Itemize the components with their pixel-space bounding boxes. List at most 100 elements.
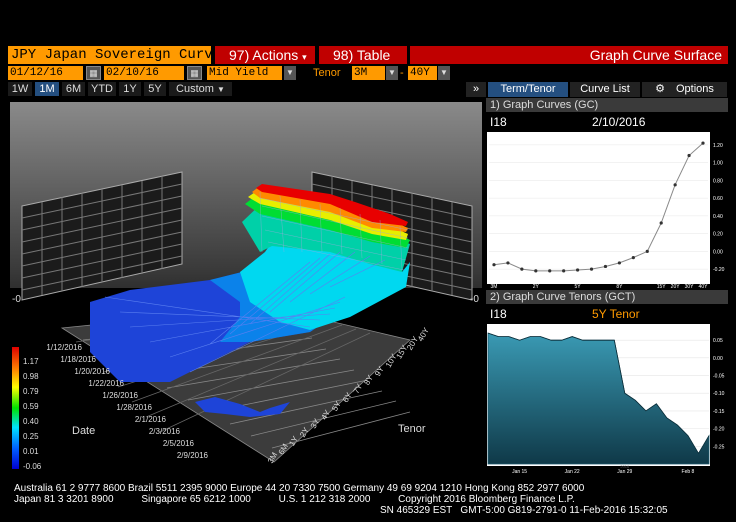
scale-label: 0.59 (23, 402, 39, 411)
tenor-from-field[interactable]: 3M (352, 66, 385, 80)
tenors-x-tick: Jan 29 (617, 469, 632, 474)
tenor-from-dropdown-icon[interactable]: ▼ (386, 66, 398, 80)
curves-point (701, 141, 705, 145)
curves-point (520, 267, 524, 271)
tenors-y-tick: 0.00 (713, 356, 723, 362)
footer-line-1: Australia 61 2 9777 8600 Brazil 5511 239… (14, 483, 585, 494)
tenor-to-dropdown-icon[interactable]: ▼ (438, 66, 450, 80)
footer-line-3: SN 465329 EST GMT-5:00 G819-2791-0 11-Fe… (380, 505, 668, 516)
period-tab-1y[interactable]: 1Y (119, 82, 141, 96)
curves-point (645, 249, 649, 253)
right-wall-label: -0 (470, 294, 479, 305)
start-date-field[interactable]: 01/12/16 (8, 66, 83, 80)
curves-point (603, 264, 608, 269)
date-tick-label: 1/20/2016 (74, 367, 110, 376)
period-tab-6m[interactable]: 6M (62, 82, 85, 96)
tenors-x-year: 2016 (620, 464, 630, 469)
period-tab-1m[interactable]: 1M (35, 82, 59, 96)
period-tab-1w[interactable]: 1W (8, 82, 32, 96)
date-tick-label: 1/28/2016 (116, 403, 152, 412)
actions-button[interactable]: 97) Actions ▾ (215, 46, 315, 64)
security-title[interactable]: JPY Japan Sovereign Curve (8, 46, 211, 64)
options-button[interactable]: ⚙ Options (642, 82, 727, 97)
table-button[interactable]: 98) Table (319, 46, 407, 64)
custom-period-button[interactable]: Custom ▼ (169, 82, 232, 96)
curves-point (589, 267, 594, 271)
curves-y-tick: 0.60 (713, 196, 723, 202)
date-tick-label: 2/1/2016 (135, 415, 167, 424)
curves-point (687, 153, 691, 158)
curves-point (631, 255, 635, 260)
tenors-x-tick: Jan 22 (565, 469, 580, 474)
scale-label: 0.40 (23, 417, 39, 426)
date-tick-label: 2/5/2016 (163, 439, 195, 448)
scale-label: 1.17 (23, 357, 39, 366)
tab-term-tenor[interactable]: Term/Tenor (488, 82, 568, 97)
gear-icon: ⚙ (655, 83, 665, 95)
options-label: Options (676, 83, 714, 95)
start-calendar-icon[interactable]: ▦ (86, 66, 101, 80)
graph-curve-tenors-header[interactable]: 2) Graph Curve Tenors (GCT) (486, 290, 728, 304)
curves-y-tick: 0.80 (713, 178, 723, 184)
curves-y-tick: 1.20 (713, 143, 723, 149)
tenors-y-tick: -0.15 (713, 409, 725, 415)
curves-point (534, 269, 538, 273)
tenor-axis-title: Tenor (398, 423, 426, 435)
curves-point (659, 221, 663, 225)
tab-curve-list[interactable]: Curve List (570, 82, 640, 97)
curves-y-tick: 0.40 (713, 214, 723, 220)
date-tick-label: 1/18/2016 (60, 355, 96, 364)
curves-y-tick: 0.00 (713, 249, 723, 255)
graph-curves-header[interactable]: 1) Graph Curves (GC) (486, 98, 728, 112)
tenors-curve-id: I18 (490, 307, 507, 321)
period-tab-ytd[interactable]: YTD (88, 82, 116, 96)
date-tick-label: 1/12/2016 (46, 343, 82, 352)
scale-label: 0.25 (23, 432, 39, 441)
date-tick-label: 1/22/2016 (88, 379, 124, 388)
curves-y-tick: 0.20 (713, 232, 723, 238)
curves-curve-id: I18 (490, 115, 507, 129)
scale-label: 0.01 (23, 447, 39, 456)
actions-dropdown-icon: ▾ (302, 52, 307, 62)
tenors-x-tick: Jan 15 (512, 469, 527, 474)
graph-curve-tenors-chart[interactable]: 0.05 0.00 -0.05 -0.10 -0.15 -0.20 -0.25 Jan 15… (484, 322, 728, 474)
yield-type-field[interactable]: Mid Yield (207, 66, 282, 80)
date-axis-title: Date (72, 425, 95, 437)
tenors-y-tick: 0.05 (713, 338, 723, 344)
tenors-x-tick: Feb 8 (682, 469, 695, 474)
end-calendar-icon[interactable]: ▦ (187, 66, 202, 80)
curves-point (617, 261, 621, 265)
curves-y-tick: 1.00 (713, 161, 723, 167)
date-tick-label: 2/3/2016 (149, 427, 181, 436)
left-wall-label: -0 (12, 294, 21, 305)
scale-label: 0.79 (23, 387, 39, 396)
curves-point (492, 263, 496, 267)
footer-line-2: Japan 81 3 3201 8900 Singapore 65 6212 1… (14, 494, 575, 505)
tenors-y-tick: -0.05 (713, 374, 725, 380)
actions-label: 97) Actions (229, 47, 299, 63)
graph-curves-chart[interactable]: 1.201.000.800.600.400.200.00-0.20 3M 2Y 5Y… (484, 130, 728, 292)
surface-plot[interactable]: 1.17 0.98 0.79 0.59 0.40 0.25 0.01 -0.06 1/12/2… (10, 102, 482, 474)
tenor-to-field[interactable]: 40Y (408, 66, 437, 80)
date-tick-label: 1/26/2016 (102, 391, 138, 400)
color-scale-bar (12, 347, 19, 469)
tenor-label: Tenor (313, 67, 341, 79)
tenors-y-tick: -0.10 (713, 391, 725, 397)
curves-point (576, 268, 580, 272)
date-tick-label: 2/9/2016 (177, 451, 209, 460)
tenor-separator: - (400, 67, 404, 79)
collapse-panel-button[interactable]: » (466, 82, 486, 97)
yield-type-dropdown-icon[interactable]: ▼ (284, 66, 296, 80)
curves-y-tick: -0.20 (713, 267, 725, 273)
custom-label: Custom (176, 83, 214, 95)
tenors-y-tick: -0.20 (713, 427, 725, 433)
curves-point (548, 269, 552, 273)
scale-label: 0.98 (23, 372, 39, 381)
curves-point (562, 269, 566, 273)
end-date-field[interactable]: 02/10/16 (104, 66, 184, 80)
period-tab-5y[interactable]: 5Y (144, 82, 166, 96)
scale-label: -0.06 (23, 462, 42, 471)
page-title: Graph Curve Surface (589, 47, 722, 63)
curves-point (673, 183, 677, 187)
curves-point (506, 261, 510, 265)
